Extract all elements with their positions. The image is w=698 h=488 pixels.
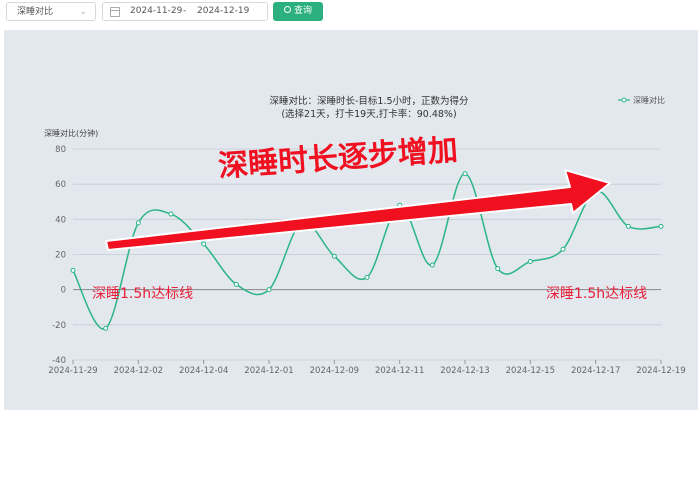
y-tick-label: 20 [55,251,66,261]
x-tick-label: 2024-12-15 [506,366,555,376]
legend-label: 深睡对比 [633,95,665,105]
chart-title: 深睡对比：深睡时长-目标1.5小时，正数为得分 [269,95,469,107]
data-point[interactable] [364,274,370,280]
data-point[interactable] [135,220,141,226]
y-tick-label: 40 [55,215,66,225]
x-tick-label: 2024-12-02 [114,366,163,376]
data-point[interactable] [103,325,109,331]
data-point[interactable] [168,211,174,217]
y-tick-label: 80 [55,145,66,155]
data-point[interactable] [625,223,631,229]
line-chart: 深睡对比：深睡时长-目标1.5小时，正数为得分 (选择21天，打卡19天,打卡率… [44,95,686,376]
headline-annotation: 深睡时长逐步增加 [217,133,459,185]
data-point[interactable] [266,287,272,293]
data-point[interactable] [527,259,533,265]
data-point[interactable] [201,241,207,247]
data-point[interactable] [560,246,566,252]
chart-legend[interactable]: 深睡对比 [618,95,665,105]
y-axis-ticks: -40 -20 0 20 40 60 80 [52,145,66,366]
x-tick-label: 2024-11-29 [48,366,97,376]
data-point[interactable] [429,262,435,268]
x-tick-label: 2024-12-09 [310,366,359,376]
y-axis-label: 深睡对比(分钟) [44,128,98,138]
right-threshold-note: 深睡1.5h达标线 [546,286,647,302]
data-point[interactable] [70,267,76,273]
x-tick-label: 2024-12-19 [636,366,685,376]
y-tick-label: 60 [55,180,66,190]
trend-arrow-icon [105,169,611,251]
y-tick-label: 0 [61,286,66,296]
x-tick-label: 2024-12-17 [571,366,620,376]
left-threshold-note: 深睡1.5h达标线 [92,286,193,302]
x-tick-label: 2024-12-13 [440,366,489,376]
x-axis-ticks: 2024-11-29 2024-12-02 2024-12-04 2024-12-01… [48,360,686,376]
x-tick-label: 2024-12-04 [179,366,228,376]
legend-marker-icon [621,97,627,103]
x-tick-label: 2024-12-01 [244,366,293,376]
data-point[interactable] [462,171,468,177]
data-point[interactable] [658,223,664,229]
data-point[interactable] [495,266,501,272]
data-point[interactable] [233,281,239,287]
y-tick-label: -40 [52,356,66,366]
chart-subtitle: (选择21天，打卡19天,打卡率：90.48%) [281,108,456,120]
x-tick-label: 2024-12-11 [375,366,424,376]
data-point[interactable] [331,253,337,259]
y-tick-label: -20 [52,321,66,331]
